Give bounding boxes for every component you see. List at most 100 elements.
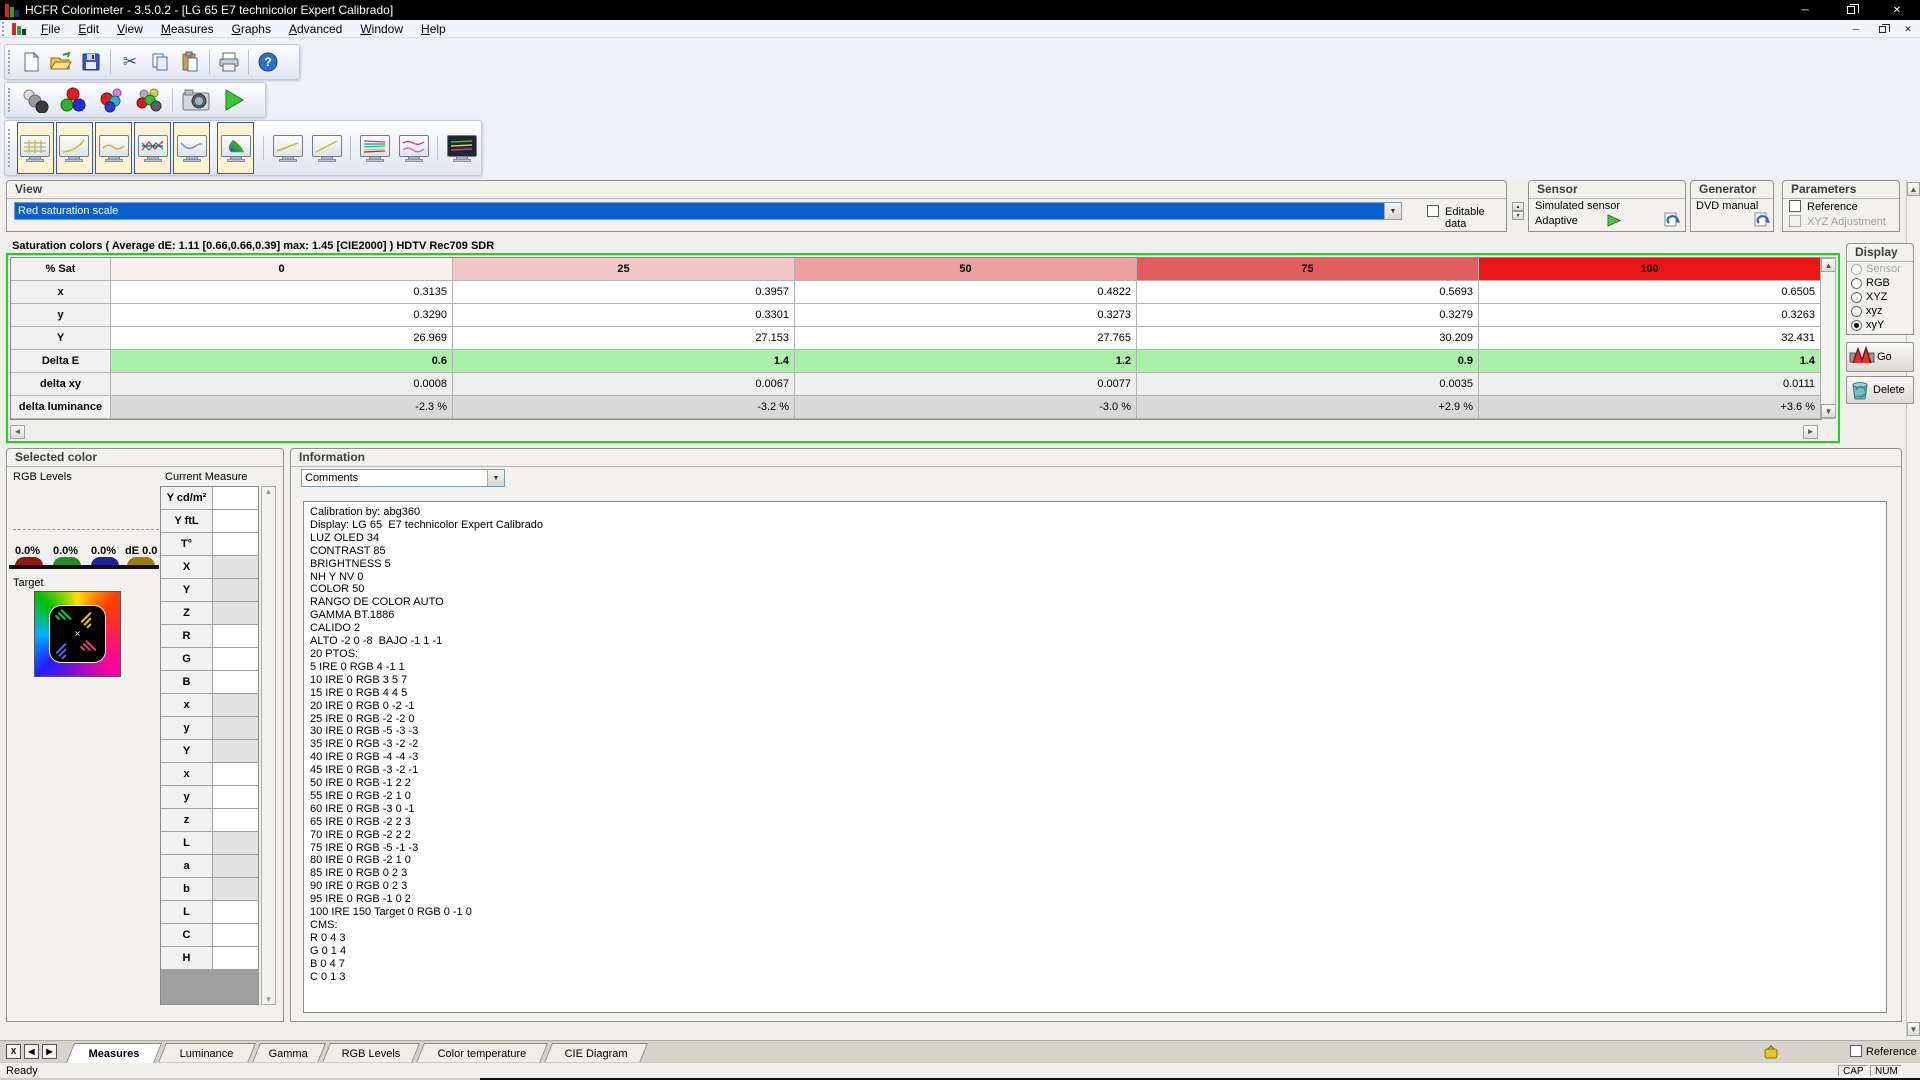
sat-cell-delta-e[interactable]: 0.9 <box>1137 350 1479 373</box>
graph-luminance-button[interactable] <box>95 122 132 174</box>
measure-table-scrollbar[interactable]: ▲ ▼ <box>261 486 276 1005</box>
graph-cie-diagram-button[interactable] <box>217 122 254 174</box>
secondaries-measure-button[interactable] <box>92 85 130 115</box>
sat-cell[interactable]: 0.5693 <box>1137 281 1479 304</box>
graph-gamma-button[interactable] <box>56 122 93 174</box>
primaries-measure-button[interactable] <box>54 85 92 115</box>
measure-value[interactable] <box>213 556 258 578</box>
sat-cell[interactable]: -2.3 % <box>111 396 453 419</box>
sat-cell[interactable]: 0.3279 <box>1137 304 1479 327</box>
view-selector[interactable]: Red saturation scale ▼ <box>14 202 1402 220</box>
graph-gamut-button[interactable] <box>443 122 480 174</box>
sat-cell[interactable]: 27.765 <box>795 327 1137 350</box>
restore-button[interactable] <box>1828 0 1874 20</box>
run-measures-button[interactable] <box>215 85 253 115</box>
menu-window[interactable]: Window <box>351 21 412 37</box>
table-horizontal-scrollbar[interactable]: ◄ ► <box>10 424 1818 439</box>
copy-button[interactable] <box>145 48 175 76</box>
sat-cell-delta-e[interactable]: 1.2 <box>795 350 1137 373</box>
sat-cell[interactable]: 0.3957 <box>453 281 795 304</box>
sat-cell[interactable]: 0.0008 <box>111 373 453 396</box>
measure-value[interactable] <box>213 510 258 532</box>
mdi-close-button[interactable]: ✕ <box>1900 22 1916 36</box>
sat-col-header-100[interactable]: 100 <box>1479 258 1821 281</box>
sat-col-header-50[interactable]: 50 <box>795 258 1137 281</box>
measure-value[interactable] <box>213 809 258 831</box>
measure-value[interactable] <box>213 832 258 854</box>
tab-rgb-levels[interactable]: RGB Levels <box>322 1043 420 1063</box>
graph-measures-grid-button[interactable] <box>17 122 54 174</box>
sat-cell[interactable]: 30.209 <box>1137 327 1479 350</box>
measure-value[interactable] <box>213 878 258 900</box>
measure-value[interactable] <box>213 602 258 624</box>
measure-value[interactable] <box>213 924 258 946</box>
menu-help[interactable]: Help <box>412 21 455 37</box>
save-button[interactable] <box>76 48 106 76</box>
grayscale-measure-button[interactable] <box>16 85 54 115</box>
menu-advanced[interactable]: Advanced <box>280 21 351 37</box>
paste-button[interactable] <box>175 48 205 76</box>
sat-cell[interactable]: 0.3135 <box>111 281 453 304</box>
sat-cell[interactable]: 0.0077 <box>795 373 1137 396</box>
print-button[interactable] <box>214 48 244 76</box>
measure-value[interactable] <box>213 855 258 877</box>
menu-view[interactable]: View <box>108 21 152 37</box>
scroll-up-icon[interactable]: ▲ <box>1821 258 1836 272</box>
sat-cell[interactable]: -3.0 % <box>795 396 1137 419</box>
measure-value[interactable] <box>213 671 258 693</box>
sat-col-header-0[interactable]: 0 <box>111 258 453 281</box>
tab-close-button[interactable]: X <box>6 1044 21 1059</box>
sat-cell-delta-e[interactable]: 0.6 <box>111 350 453 373</box>
generator-configure-icon[interactable] <box>1753 211 1771 228</box>
sat-cell[interactable]: 0.0035 <box>1137 373 1479 396</box>
sat-cell[interactable]: 0.3273 <box>795 304 1137 327</box>
scroll-down-icon[interactable]: ▼ <box>1821 404 1836 418</box>
sat-cell[interactable]: 0.0111 <box>1479 373 1821 396</box>
close-button[interactable]: ✕ <box>1874 0 1920 20</box>
sat-cell-delta-e[interactable]: 1.4 <box>1479 350 1821 373</box>
graph-near-bw-button[interactable] <box>308 122 345 174</box>
tab-gamma[interactable]: Gamma <box>252 1043 326 1063</box>
sat-cell[interactable]: 26.969 <box>111 327 453 350</box>
bottom-reference-checkbox[interactable] <box>1850 1045 1862 1057</box>
sensor-configure-icon[interactable] <box>1663 211 1681 228</box>
measure-value[interactable] <box>213 533 258 555</box>
sat-cell[interactable]: 27.153 <box>453 327 795 350</box>
measure-value[interactable] <box>213 901 258 923</box>
toolbar-grip[interactable] <box>8 88 11 112</box>
chevron-down-icon[interactable]: ▼ <box>487 470 504 486</box>
measure-value[interactable] <box>213 717 258 739</box>
scroll-down-icon[interactable]: ▼ <box>1907 1022 1920 1036</box>
menu-measures[interactable]: Measures <box>152 21 223 37</box>
mdi-restore-button[interactable] <box>1874 22 1890 36</box>
display-option-rgb-radio[interactable] <box>1851 278 1862 289</box>
graph-color-temp-button[interactable] <box>173 122 210 174</box>
display-option-xyz-lower-radio[interactable] <box>1851 306 1862 317</box>
sat-cell-delta-e[interactable]: 1.4 <box>453 350 795 373</box>
measure-value[interactable] <box>213 786 258 808</box>
sat-cell[interactable]: 0.4822 <box>795 281 1137 304</box>
help-button[interactable]: ? <box>253 48 283 76</box>
toolbar-grip[interactable] <box>8 129 11 167</box>
scroll-up-icon[interactable]: ▲ <box>265 487 273 496</box>
graph-rgb-levels-button[interactable] <box>134 122 171 174</box>
menu-graphs[interactable]: Graphs <box>223 21 280 37</box>
measure-value[interactable] <box>213 625 258 647</box>
scroll-down-icon[interactable]: ▼ <box>265 995 273 1004</box>
comments-textarea[interactable]: Calibration by: abg360 Display: LG 65 E7… <box>303 501 1887 1013</box>
graph-saturation-lines-button[interactable] <box>356 122 393 174</box>
scroll-left-icon[interactable]: ◄ <box>10 425 25 439</box>
scroll-up-icon[interactable]: ▲ <box>1907 182 1920 196</box>
editable-data-checkbox[interactable] <box>1427 205 1439 217</box>
sat-cell[interactable]: 0.6505 <box>1479 281 1821 304</box>
display-option-xyY-radio[interactable] <box>1851 320 1862 331</box>
minimize-button[interactable]: ─ <box>1782 0 1828 20</box>
reference-checkbox[interactable] <box>1789 200 1801 212</box>
tab-measures[interactable]: Measures <box>66 1043 162 1063</box>
measure-value[interactable] <box>213 763 258 785</box>
toolbar-grip[interactable] <box>8 50 11 74</box>
sat-cell[interactable]: +2.9 % <box>1137 396 1479 419</box>
menu-file[interactable]: File <box>32 21 69 37</box>
sat-cell[interactable]: -3.2 % <box>453 396 795 419</box>
tab-scroll-left-button[interactable]: ◀ <box>24 1044 39 1059</box>
